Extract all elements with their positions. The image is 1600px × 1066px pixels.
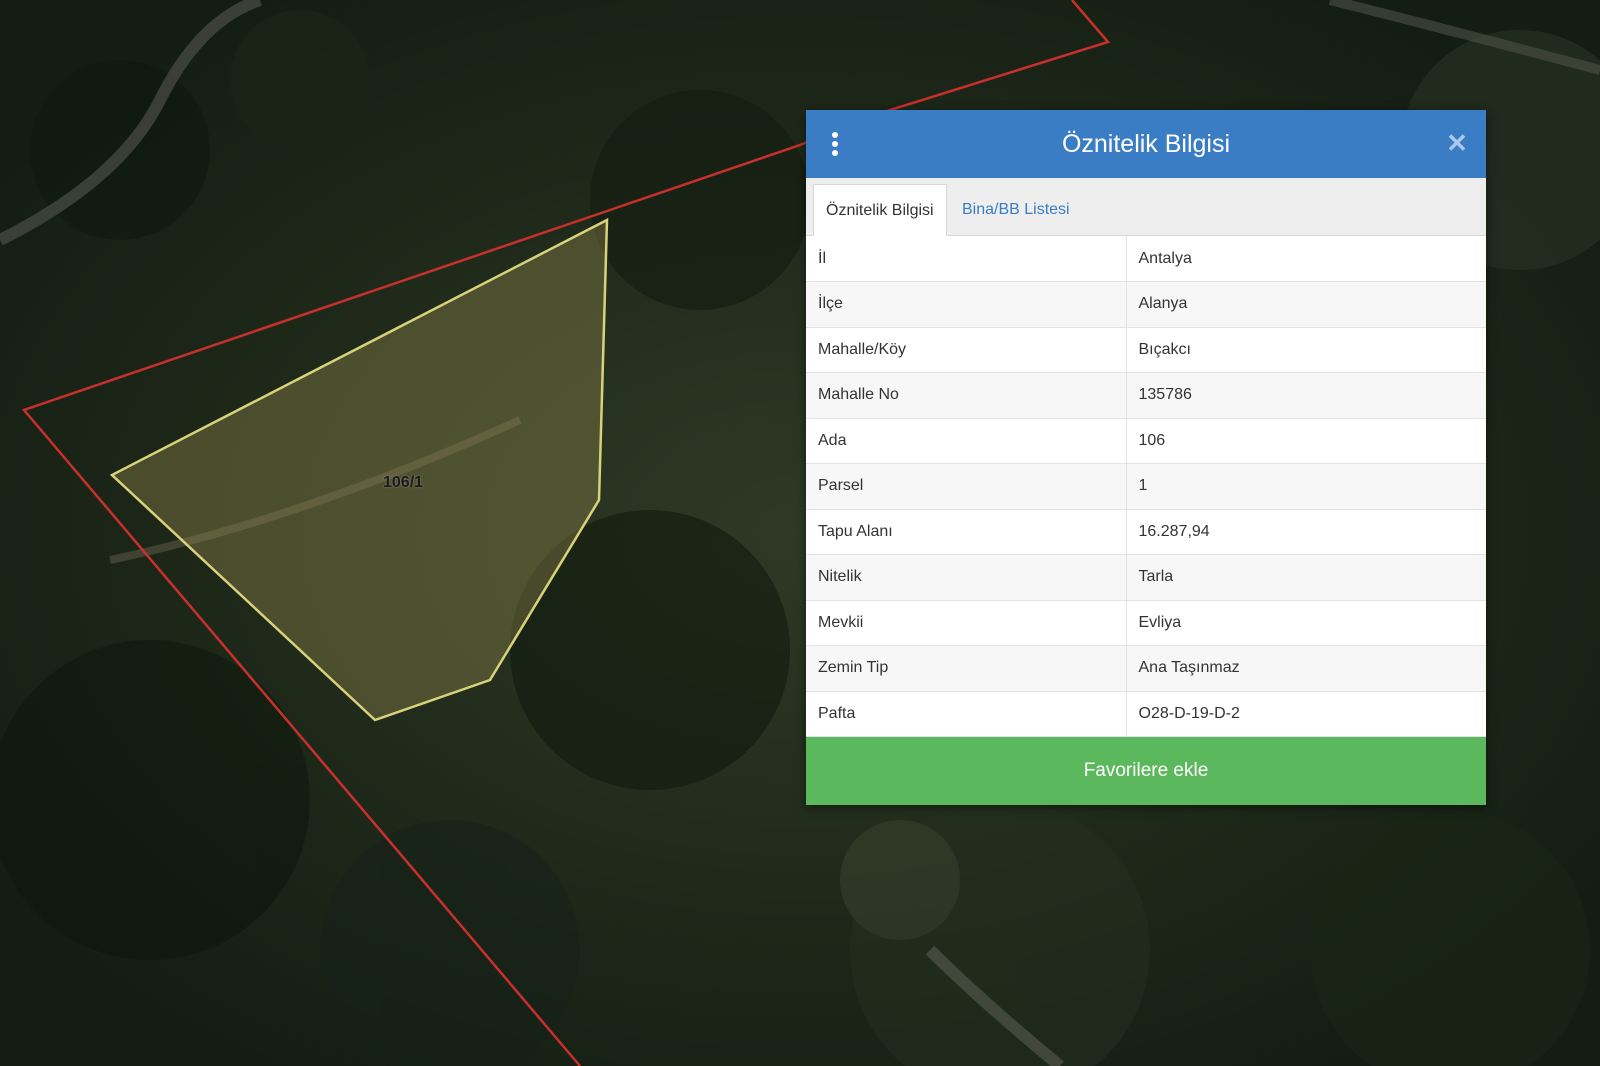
parcel-label: 106/1 bbox=[383, 474, 424, 491]
table-row: Ada 106 bbox=[806, 418, 1486, 464]
table-row: Nitelik Tarla bbox=[806, 554, 1486, 601]
row-key: Mahalle No bbox=[806, 372, 1127, 419]
row-key: Ada bbox=[806, 418, 1127, 464]
row-value: Antalya bbox=[1126, 236, 1486, 282]
row-value: Bıçakcı bbox=[1126, 327, 1486, 373]
table-row: Tapu Alanı 16.287,94 bbox=[806, 509, 1486, 555]
table-row: Zemin Tip Ana Taşınmaz bbox=[806, 645, 1486, 692]
table-row: Mevkii Evliya bbox=[806, 600, 1486, 646]
row-value: 1 bbox=[1126, 463, 1486, 510]
row-key: Tapu Alanı bbox=[806, 509, 1127, 555]
row-value: 16.287,94 bbox=[1126, 509, 1486, 555]
row-key: Nitelik bbox=[806, 554, 1127, 601]
row-value: Alanya bbox=[1126, 281, 1486, 328]
panel-header: Öznitelik Bilgisi ✕ bbox=[806, 110, 1486, 178]
row-value: Evliya bbox=[1126, 600, 1486, 646]
table-row: Mahalle/Köy Bıçakcı bbox=[806, 327, 1486, 373]
row-key: Zemin Tip bbox=[806, 645, 1127, 692]
row-value: Ana Taşınmaz bbox=[1126, 645, 1486, 692]
row-key: Pafta bbox=[806, 691, 1127, 737]
table-row: Mahalle No 135786 bbox=[806, 372, 1486, 419]
tab-bar: Öznitelik Bilgisi Bina/BB Listesi bbox=[806, 178, 1486, 236]
row-key: İlçe bbox=[806, 281, 1127, 328]
table-row: Pafta O28-D-19-D-2 bbox=[806, 691, 1486, 737]
row-value: 135786 bbox=[1126, 372, 1486, 419]
tab-attribute-info[interactable]: Öznitelik Bilgisi bbox=[813, 184, 947, 236]
close-icon[interactable]: ✕ bbox=[1444, 130, 1470, 156]
row-key: İl bbox=[806, 236, 1127, 282]
row-key: Mevkii bbox=[806, 600, 1127, 646]
vertical-dots-menu-icon[interactable] bbox=[830, 132, 840, 156]
tab-building-list[interactable]: Bina/BB Listesi bbox=[950, 184, 1082, 236]
table-row: İlçe Alanya bbox=[806, 281, 1486, 328]
row-key: Mahalle/Köy bbox=[806, 327, 1127, 373]
panel-title: Öznitelik Bilgisi bbox=[1061, 129, 1231, 158]
row-value: Tarla bbox=[1126, 554, 1486, 601]
row-key: Parsel bbox=[806, 463, 1127, 510]
row-value: O28-D-19-D-2 bbox=[1126, 691, 1486, 737]
attribute-table: İl Antalya İlçe Alanya Mahalle/Köy Bıçakcı … bbox=[806, 236, 1486, 737]
attribute-panel: Öznitelik Bilgisi ✕ Öznitelik Bilgisi Bi… bbox=[806, 110, 1486, 805]
row-value: 106 bbox=[1126, 418, 1486, 464]
table-row: İl Antalya bbox=[806, 236, 1486, 282]
table-row: Parsel 1 bbox=[806, 463, 1486, 510]
add-to-favorites-button[interactable]: Favorilere ekle bbox=[806, 737, 1486, 805]
